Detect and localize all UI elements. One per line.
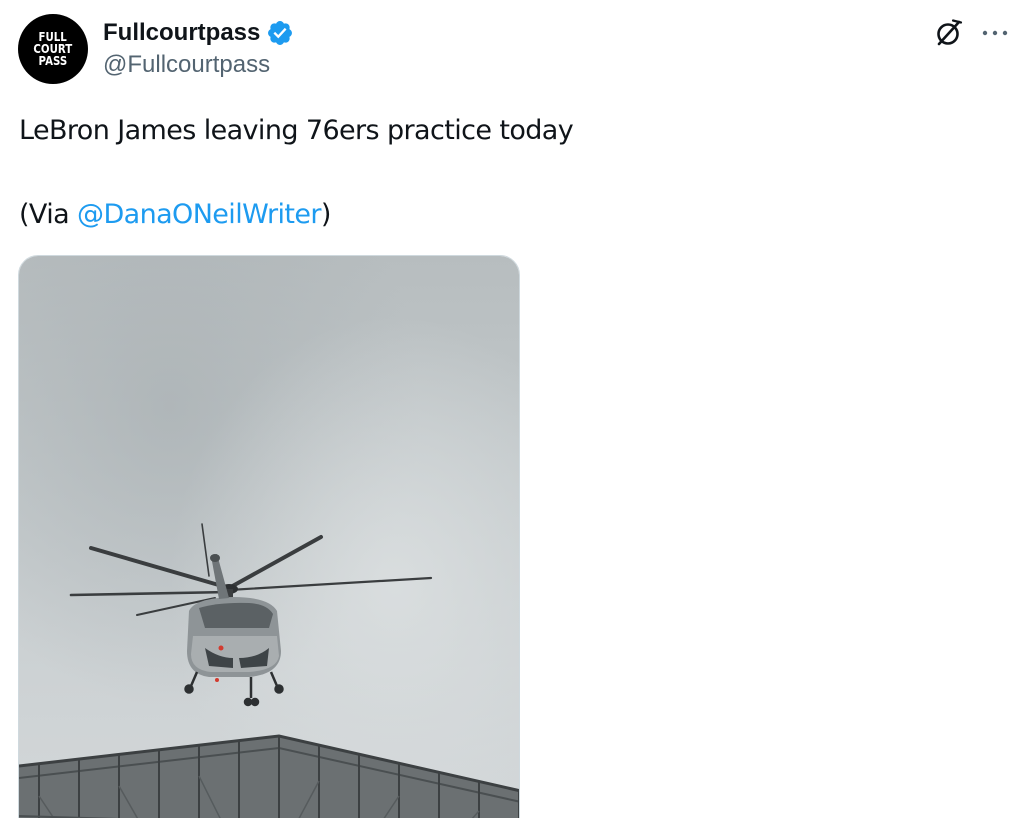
mention-link[interactable]: @DanaONeilWriter <box>77 199 321 230</box>
tweet-text: LeBron James leaving 76ers practice toda… <box>19 110 574 236</box>
tweet-text-via-line: (Via @DanaONeilWriter) <box>19 194 573 236</box>
tweet: FULL COURT PASS Fullcourtpass @Fullcourt… <box>0 0 1034 818</box>
more-icon[interactable] <box>980 18 1010 48</box>
tweet-media[interactable] <box>18 255 520 818</box>
top-actions <box>932 16 1010 50</box>
grok-icon[interactable] <box>932 16 966 50</box>
helicopter-photo <box>19 256 519 818</box>
author-names: Fullcourtpass @Fullcourtpass <box>103 16 294 79</box>
via-suffix: ) <box>320 199 332 230</box>
tweet-text-line-1: LeBron James leaving 76ers practice toda… <box>19 115 574 146</box>
avatar-text-line-3: PASS <box>38 54 68 68</box>
via-prefix: (Via <box>19 199 78 230</box>
display-name[interactable]: Fullcourtpass <box>103 19 260 47</box>
avatar[interactable]: FULL COURT PASS <box>18 14 88 84</box>
tweet-header: FULL COURT PASS Fullcourtpass @Fullcourt… <box>18 14 294 84</box>
verified-badge-icon <box>266 19 294 47</box>
handle[interactable]: @Fullcourtpass <box>103 51 294 79</box>
display-name-row: Fullcourtpass <box>103 16 294 50</box>
tweet-text-spacer <box>19 152 573 194</box>
